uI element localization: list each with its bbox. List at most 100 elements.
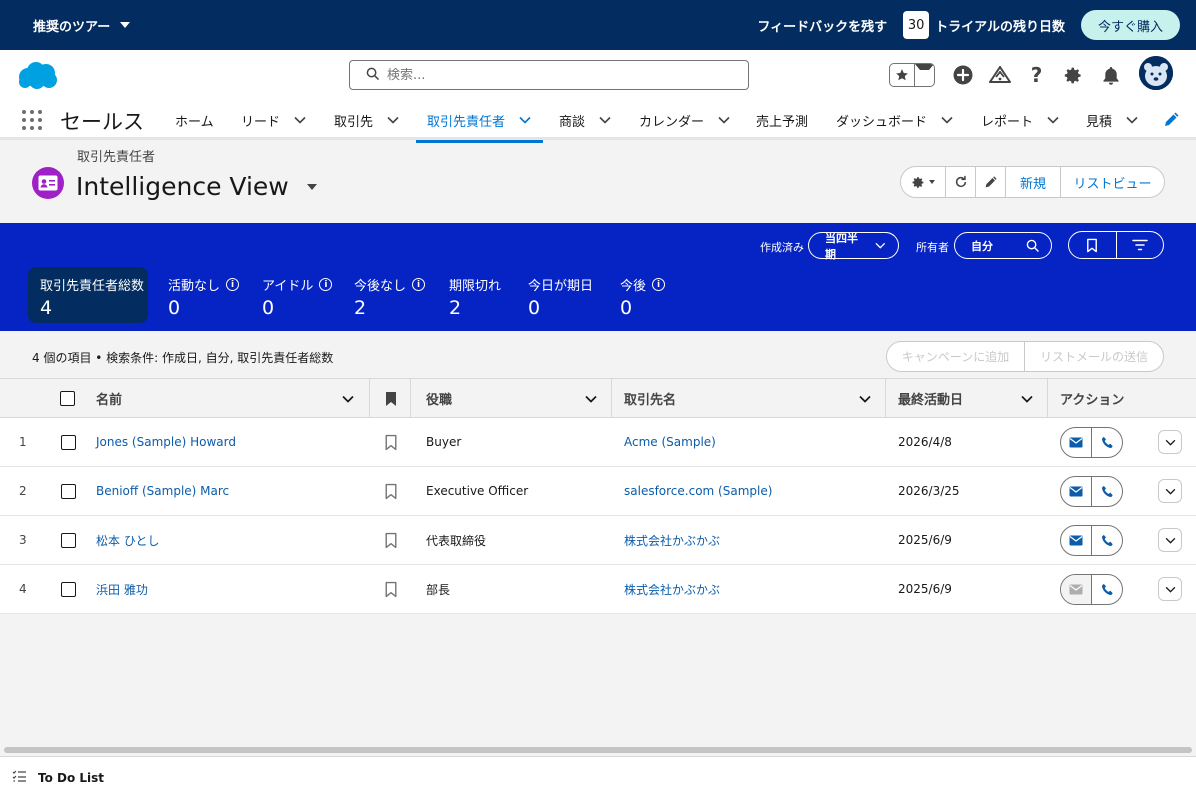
kpi-no-upcoming[interactable]: 今後なし i 2	[342, 267, 437, 323]
kpi-due-today[interactable]: 今日が期日 0	[516, 267, 605, 323]
buy-now-button[interactable]: 今すぐ購入	[1080, 10, 1180, 40]
nav-item-forecasts[interactable]: 売上予測	[756, 100, 808, 140]
kpi-no-activity[interactable]: 活動なし i 0	[156, 267, 251, 323]
nav-item-accounts[interactable]: 取引先	[334, 100, 399, 140]
add-to-campaign-button[interactable]: キャンペーンに追加	[887, 342, 1024, 371]
global-create-icon[interactable]	[944, 62, 981, 88]
row-checkbox[interactable]	[61, 532, 76, 548]
row-checkbox[interactable]	[61, 434, 76, 450]
account-name-link[interactable]: 株式会社かぶかぶ	[624, 565, 720, 613]
todo-list-label[interactable]: To Do List	[38, 771, 104, 785]
nav-item-calendar[interactable]: カレンダー	[639, 100, 730, 140]
email-icon-disabled[interactable]	[1061, 575, 1091, 604]
kpi-upcoming[interactable]: 今後 i 0	[608, 267, 677, 323]
account-name-link[interactable]: salesforce.com (Sample)	[624, 467, 772, 515]
info-icon[interactable]: i	[319, 278, 333, 291]
filter-lines-icon[interactable]	[1115, 232, 1164, 258]
nav-item-dashboards[interactable]: ダッシュボード	[836, 100, 953, 140]
account-name-link[interactable]: Acme (Sample)	[624, 418, 716, 466]
app-launcher-icon[interactable]	[22, 110, 42, 130]
kpi-overdue[interactable]: 期限切れ 2	[437, 267, 513, 323]
column-header-last-activity[interactable]: 最終活動日	[898, 379, 963, 418]
column-header-account[interactable]: 取引先名	[624, 379, 676, 418]
kpi-total-contacts[interactable]: 取引先責任者総数 4	[28, 267, 148, 323]
row-bookmark-icon[interactable]	[384, 516, 398, 564]
edit-nav-pencil-icon[interactable]	[1163, 112, 1179, 132]
help-icon[interactable]: ?	[1018, 62, 1055, 88]
email-icon[interactable]	[1061, 477, 1091, 506]
phone-icon[interactable]	[1091, 477, 1122, 506]
phone-icon[interactable]	[1091, 575, 1122, 604]
bookmark-icon[interactable]	[1069, 232, 1116, 258]
row-bookmark-icon[interactable]	[384, 418, 398, 466]
email-icon[interactable]	[1061, 526, 1091, 555]
chevron-down-icon[interactable]	[294, 113, 306, 128]
chevron-down-icon[interactable]	[599, 113, 611, 128]
nav-item-contacts[interactable]: 取引先責任者	[416, 100, 543, 143]
caret-down-icon[interactable]	[306, 183, 317, 190]
row-menu-chevron-icon[interactable]	[1158, 430, 1182, 454]
contact-name-link[interactable]: Jones (Sample) Howard	[96, 418, 236, 466]
table-row[interactable]: 3 松本 ひとし 代表取締役 株式会社かぶかぶ 2025/6/9	[0, 516, 1196, 565]
chevron-down-icon[interactable]	[1047, 113, 1059, 128]
recommended-tours-menu[interactable]: 推奨のツアー	[33, 16, 131, 35]
nav-item-reports[interactable]: レポート	[981, 100, 1059, 140]
row-menu-chevron-icon[interactable]	[1158, 528, 1182, 552]
nav-item-leads[interactable]: リード	[241, 100, 306, 140]
column-sort-chevron-icon[interactable]	[585, 379, 597, 418]
phone-icon[interactable]	[1091, 526, 1122, 555]
todo-list-icon[interactable]	[12, 770, 26, 785]
row-bookmark-icon[interactable]	[384, 467, 398, 515]
chevron-down-icon[interactable]	[519, 113, 531, 128]
phone-icon[interactable]	[1091, 428, 1122, 457]
contact-name-link[interactable]: Benioff (Sample) Marc	[96, 467, 229, 515]
global-search[interactable]	[349, 60, 749, 90]
column-header-name[interactable]: 名前	[96, 379, 122, 418]
salesforce-logo-icon[interactable]	[16, 61, 58, 91]
chevron-down-icon[interactable]	[387, 113, 399, 128]
contact-name-link[interactable]: 松本 ひとし	[96, 516, 159, 564]
row-menu-chevron-icon[interactable]	[1158, 479, 1182, 503]
feedback-link[interactable]: フィードバックを残す	[757, 16, 887, 35]
table-row[interactable]: 1 Jones (Sample) Howard Buyer Acme (Samp…	[0, 418, 1196, 467]
column-sort-chevron-icon[interactable]	[859, 379, 871, 418]
refresh-icon[interactable]	[945, 167, 975, 197]
list-settings-gear-icon[interactable]	[901, 167, 945, 197]
favorites-list-icon[interactable]	[914, 64, 934, 86]
created-filter-dropdown[interactable]: 当四半期	[808, 232, 899, 261]
list-view-button[interactable]: リストビュー	[1060, 167, 1164, 197]
info-icon[interactable]: i	[652, 278, 666, 291]
new-button[interactable]: 新規	[1005, 167, 1060, 197]
nav-item-opportunities[interactable]: 商談	[559, 100, 611, 140]
inline-edit-pencil-icon[interactable]	[975, 167, 1005, 197]
list-view-selector[interactable]: Intelligence View	[76, 172, 317, 201]
row-menu-chevron-icon[interactable]	[1158, 577, 1182, 601]
info-icon[interactable]: i	[226, 278, 240, 291]
row-checkbox[interactable]	[61, 483, 76, 499]
favorites-star-icon[interactable]	[890, 64, 914, 86]
column-header-title[interactable]: 役職	[426, 379, 452, 418]
notifications-bell-icon[interactable]	[1092, 62, 1129, 88]
chevron-down-icon[interactable]	[1126, 113, 1138, 128]
column-sort-chevron-icon[interactable]	[342, 379, 354, 418]
horizontal-scrollbar[interactable]	[0, 744, 1196, 756]
kpi-idle[interactable]: アイドル i 0	[250, 267, 344, 323]
row-bookmark-icon[interactable]	[384, 565, 398, 613]
scrollbar-thumb[interactable]	[4, 747, 1192, 753]
setup-gear-icon[interactable]	[1055, 62, 1092, 88]
send-list-email-button[interactable]: リストメールの送信	[1024, 342, 1163, 371]
search-input[interactable]	[387, 67, 727, 83]
owner-filter-search[interactable]: 自分	[954, 232, 1052, 259]
table-row[interactable]: 2 Benioff (Sample) Marc Executive Office…	[0, 467, 1196, 516]
chevron-down-icon[interactable]	[941, 113, 953, 128]
nav-item-quotes[interactable]: 見積	[1086, 100, 1138, 140]
email-icon[interactable]	[1061, 428, 1091, 457]
account-name-link[interactable]: 株式会社かぶかぶ	[624, 516, 720, 564]
trailhead-icon[interactable]	[981, 62, 1018, 88]
column-sort-chevron-icon[interactable]	[1021, 379, 1033, 418]
row-checkbox[interactable]	[61, 581, 76, 597]
user-avatar[interactable]	[1139, 56, 1173, 90]
select-all-checkbox[interactable]	[60, 391, 75, 406]
nav-item-home[interactable]: ホーム	[175, 100, 214, 140]
table-row[interactable]: 4 浜田 雅功 部長 株式会社かぶかぶ 2025/6/9	[0, 565, 1196, 614]
